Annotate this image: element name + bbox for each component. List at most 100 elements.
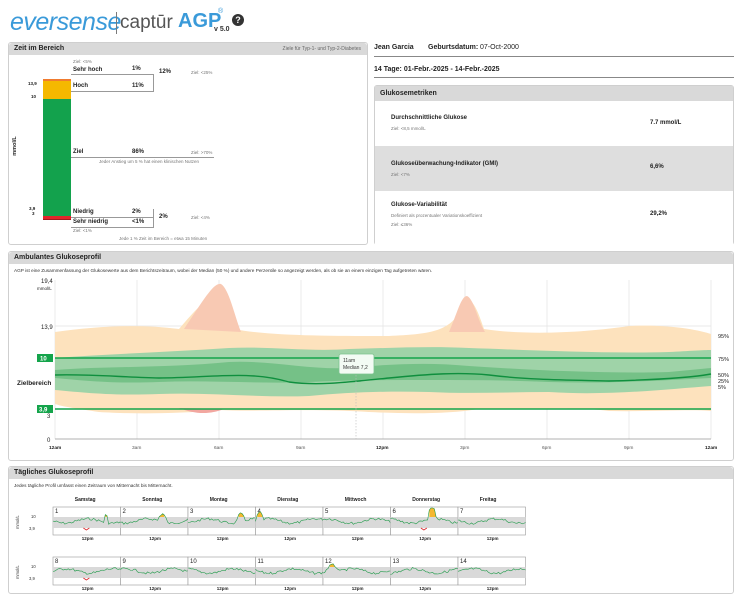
agp-chart: 19,4 mmol/L 13,9 3 0 Zielbereich 10 3,9 … bbox=[17, 279, 729, 451]
patient-info: Jean Garcia Geburtsdatum: 07-Oct-2000 14… bbox=[374, 42, 734, 82]
agp-target-high-badge-text: 10 bbox=[40, 357, 47, 363]
metrics-title: Glukosemetriken bbox=[380, 90, 437, 97]
day-target-band bbox=[458, 567, 526, 578]
tir-stacked-bar bbox=[43, 79, 71, 220]
tir-target-underline bbox=[71, 157, 214, 158]
day-target-band bbox=[390, 517, 458, 528]
metric-goal: Ziel: <8,5 mmol/L bbox=[391, 126, 426, 131]
panel-header: Zeit im Bereich Ziele für Typ-1- und Typ… bbox=[9, 43, 367, 55]
app-header: eversense captūr AGP ® v 5.0 bbox=[8, 6, 268, 40]
daily-description: Jedes tägliche Profil umfasst einen Zeit… bbox=[14, 483, 173, 488]
agp-x-tick: 12pm bbox=[376, 445, 389, 451]
agp-description: AGP ist eine Zusammenfassung der Glukose… bbox=[14, 268, 433, 273]
agp-x-tick: 12am bbox=[705, 445, 717, 451]
tir-segment-high bbox=[43, 81, 71, 99]
metric-goal: Definiert als prozentualer Variationskoe… bbox=[391, 213, 483, 218]
noon-label: 12pm bbox=[352, 536, 364, 541]
day-target-band bbox=[323, 567, 391, 578]
noon-label: 12pm bbox=[487, 586, 499, 591]
tir-very-high-value: 1% bbox=[132, 66, 141, 72]
patient-divider-1 bbox=[374, 56, 734, 57]
agp-x-tick: 6am bbox=[214, 445, 223, 451]
tir-segment-target bbox=[43, 98, 71, 217]
dob-label: Geburtsdatum: bbox=[428, 44, 479, 51]
day-number: 10 bbox=[190, 559, 197, 565]
weekday-label: Sonntag bbox=[142, 497, 162, 503]
brand-captur: captūr bbox=[120, 12, 173, 33]
tir-subtitle: Ziele für Typ-1- und Typ-2-Diabetes bbox=[282, 46, 361, 52]
daily-profile-panel: Tägliches Glukoseprofil Jedes tägliche P… bbox=[8, 466, 734, 594]
agp-percentile-5: 5% bbox=[718, 385, 726, 391]
agp-tooltip-time: 11am bbox=[343, 358, 355, 364]
tir-very-high-goal: Ziel: <5% bbox=[73, 59, 92, 64]
tir-high-underline bbox=[71, 91, 153, 92]
agp-x-tick: 9am bbox=[296, 445, 305, 451]
noon-label: 12pm bbox=[419, 536, 431, 541]
tir-low-underline bbox=[71, 217, 153, 218]
noon-label: 12pm bbox=[284, 536, 296, 541]
tir-low-combined-value: 2% bbox=[159, 214, 168, 220]
daily-unit-label: mmol/L bbox=[15, 565, 20, 579]
metric-value: 29,2% bbox=[650, 211, 668, 217]
tir-low-bracket bbox=[153, 209, 154, 228]
daily-chart: Samstag Sonntag Montag Dienstag Mittwoch Donn… bbox=[15, 497, 526, 591]
panel-header: Ambulantes Glukoseprofil bbox=[9, 252, 733, 264]
agp-y-tick: 19,4 bbox=[41, 279, 53, 285]
weekday-label: Mittwoch bbox=[345, 497, 367, 503]
day-target-band bbox=[120, 567, 188, 578]
noon-label: 12pm bbox=[82, 586, 94, 591]
weekday-label: Donnerstag bbox=[412, 497, 440, 503]
report-period: 14 Tage: 01-Febr.-2025 - 14-Febr.-2025 bbox=[374, 66, 500, 73]
agp-unit-label: mmol/L bbox=[37, 286, 52, 291]
tir-high-bracket bbox=[153, 74, 154, 92]
brand-registered: ® bbox=[218, 8, 224, 15]
day-target-band bbox=[53, 567, 121, 578]
metric-value: 7.7 mmol/L bbox=[650, 120, 682, 126]
tir-high-value: 11% bbox=[132, 83, 144, 89]
noon-label: 12pm bbox=[419, 586, 431, 591]
tir-very-low-label: Sehr niedrig bbox=[73, 219, 109, 225]
daily-y-tick: 10 bbox=[31, 514, 36, 519]
noon-label: 12pm bbox=[487, 536, 499, 541]
agp-target-low-badge-text: 3,9 bbox=[39, 408, 48, 414]
metric-row-average: Durchschnittliche Glukose Ziel: <8,5 mmo… bbox=[375, 101, 733, 146]
agp-range-label: Zielbereich bbox=[17, 380, 51, 387]
brand-eversense: eversense bbox=[10, 8, 121, 36]
tir-target-goal: Ziel: >70% bbox=[191, 150, 213, 155]
day-target-band bbox=[323, 517, 391, 528]
brand-divider bbox=[116, 12, 117, 34]
noon-label: 12pm bbox=[217, 536, 229, 541]
agp-percentile-75: 75% bbox=[718, 357, 729, 363]
tir-segment-very-low bbox=[43, 218, 71, 220]
tir-title: Zeit im Bereich bbox=[14, 45, 65, 52]
daily-title: Tägliches Glukoseprofil bbox=[14, 469, 94, 476]
agp-title: Ambulantes Glukoseprofil bbox=[14, 254, 102, 261]
patient-name: Jean Garcia bbox=[374, 44, 414, 51]
tir-low-value: 2% bbox=[132, 209, 141, 215]
tir-target-label: Ziel bbox=[73, 149, 84, 155]
metric-name: Glukoseüberwachung-Indikator (GMI) bbox=[391, 161, 499, 167]
day-number: 13 bbox=[393, 559, 400, 565]
tir-high-combined-value: 12% bbox=[159, 69, 172, 75]
tir-high-label: Hoch bbox=[73, 83, 88, 89]
glucose-metrics-panel: Glukosemetriken Durchschnittliche Glukos… bbox=[374, 85, 734, 245]
tir-target-note: Jeder Anstieg um 5 % hat einen klinische… bbox=[99, 159, 200, 164]
daily-y-tick: 3,9 bbox=[29, 526, 35, 531]
help-circle-icon[interactable]: ? bbox=[232, 14, 244, 26]
tir-very-low-value: <1% bbox=[132, 219, 145, 225]
noon-label: 12pm bbox=[284, 586, 296, 591]
tir-tick-13-9: 13,9 bbox=[28, 81, 37, 86]
metric-row-gmi: Glukoseüberwachung-Indikator (GMI) Ziel:… bbox=[375, 146, 733, 191]
agp-y-tick: 3 bbox=[47, 414, 51, 420]
patient-divider-2 bbox=[374, 77, 734, 78]
agp-x-axis: 12am 3am 6am 9am 12pm 3pm 6pm 9pm 12am bbox=[49, 445, 717, 451]
metric-goal-secondary: Ziel: ≤36% bbox=[391, 222, 413, 227]
dob-value: 07-Oct-2000 bbox=[480, 44, 519, 51]
metric-value: 6,6% bbox=[650, 164, 664, 170]
time-in-range-panel: Zeit im Bereich Ziele für Typ-1- und Typ… bbox=[8, 42, 368, 245]
day-number: 11 bbox=[258, 559, 265, 565]
agp-panel: Ambulantes Glukoseprofil AGP ist eine Zu… bbox=[8, 251, 734, 461]
agp-x-tick: 3am bbox=[132, 445, 141, 451]
daily-y-tick: 3,9 bbox=[29, 576, 35, 581]
tir-very-high-label: Sehr hoch bbox=[73, 67, 103, 73]
